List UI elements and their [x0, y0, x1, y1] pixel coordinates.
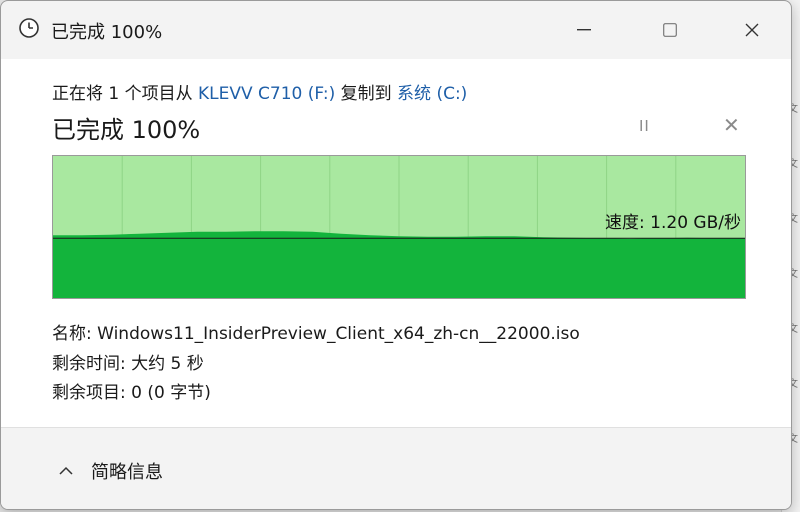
fewer-details-toggle[interactable]: 简略信息 — [57, 458, 163, 484]
copy-description: 正在将 1 个项目从 KLEVV C710 (F:) 复制到 系统 (C:) — [52, 79, 467, 104]
pause-button[interactable]: II — [639, 117, 650, 135]
close-button[interactable] — [729, 13, 775, 47]
file-name-row: 名称: Windows11_InsiderPreview_Client_x64_… — [52, 319, 580, 344]
time-remaining-value: 大约 5 秒 — [131, 354, 204, 374]
copy-progress-dialog: 已完成 100% 正在将 1 个项目从 KLEVV C710 (F:) 复制到 … — [0, 0, 792, 510]
dialog-footer: 简略信息 — [1, 427, 791, 509]
fewer-details-label: 简略信息 — [91, 462, 163, 483]
maximize-button[interactable] — [647, 13, 693, 47]
copy-prefix: 正在将 1 个项目从 — [52, 84, 199, 104]
transfer-speed-graph: 速度: 1.20 GB/秒 — [52, 155, 746, 299]
destination-drive-link[interactable]: 系统 (C:) — [397, 84, 467, 104]
progress-title: 已完成 100% — [52, 116, 201, 144]
items-remaining-row: 剩余项目: 0 (0 字节) — [52, 378, 211, 403]
close-icon — [745, 23, 759, 37]
items-remaining-label: 剩余项目: — [52, 383, 132, 403]
stop-button[interactable]: ✕ — [723, 113, 740, 137]
time-remaining-label: 剩余时间: — [52, 354, 132, 374]
chevron-up-icon — [59, 466, 73, 475]
maximize-icon — [663, 23, 677, 37]
minimize-icon — [577, 29, 591, 31]
speed-area — [53, 231, 745, 298]
items-remaining-value: 0 (0 字节) — [131, 383, 211, 403]
file-name-value: Windows11_InsiderPreview_Client_x64_zh-c… — [97, 324, 580, 344]
speed-label: 速度: 1.20 GB/秒 — [605, 213, 741, 233]
dialog-content: 正在将 1 个项目从 KLEVV C710 (F:) 复制到 系统 (C:) 已… — [1, 59, 791, 427]
window-title: 已完成 100% — [51, 22, 163, 43]
minimize-button[interactable] — [561, 13, 607, 47]
title-bar[interactable]: 已完成 100% — [1, 1, 791, 59]
source-drive-link[interactable]: KLEVV C710 (F:) — [198, 84, 335, 104]
time-remaining-row: 剩余时间: 大约 5 秒 — [52, 349, 204, 374]
copy-middle: 复制到 — [335, 84, 398, 104]
clock-icon — [19, 18, 39, 38]
file-name-label: 名称: — [52, 324, 98, 344]
